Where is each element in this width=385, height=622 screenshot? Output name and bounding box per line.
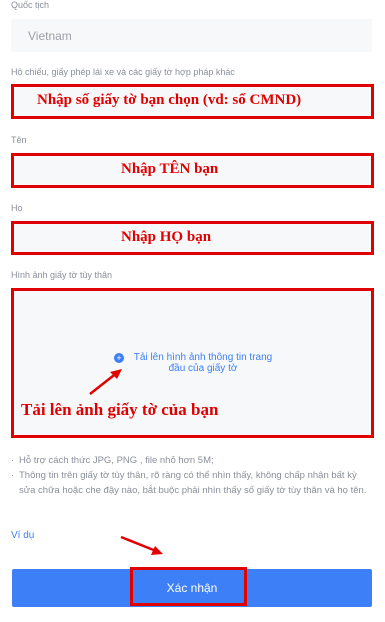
arrow-to-upload-icon bbox=[89, 369, 122, 395]
document-number-annotation: Nhập số giấy tờ bạn chọn (vd: số CMND) bbox=[37, 92, 302, 108]
id-image-label: Hình ảnh giấy tờ tùy thân bbox=[11, 270, 112, 280]
last-name-annotation: Nhập HỌ bạn bbox=[121, 229, 212, 245]
id-image-annotation: Tải lên ảnh giấy tờ của bạn bbox=[21, 400, 219, 419]
first-name-annotation: Nhập TÊN bạn bbox=[121, 161, 219, 177]
nationality-label: Quốc tịch bbox=[11, 0, 50, 10]
nationality-field[interactable]: Vietnam bbox=[11, 19, 372, 52]
upload-notes: · Hỗ trợ cách thức JPG, PNG , file nhỏ hơ… bbox=[11, 453, 369, 498]
note-item: · Hỗ trợ cách thức JPG, PNG , file nhỏ hơ… bbox=[11, 455, 214, 466]
arrow-to-submit-icon bbox=[120, 535, 163, 555]
plus-icon: + bbox=[114, 353, 124, 363]
submit-annotation-box bbox=[130, 567, 247, 606]
document-number-label: Hộ chiếu, giấy phép lái xe và các giấy t… bbox=[11, 67, 235, 77]
upload-text: Tải lên hình ảnh thông tin trang đầu của… bbox=[133, 352, 273, 374]
first-name-label: Tên bbox=[11, 135, 27, 145]
upload-button[interactable]: + Tải lên hình ảnh thông tin trang đầu c… bbox=[114, 352, 278, 374]
example-link[interactable]: Ví dụ bbox=[11, 530, 34, 541]
last-name-label: Họ bbox=[11, 203, 23, 213]
nationality-value: Vietnam bbox=[28, 29, 72, 43]
note-item: · Thông tin trên giấy tờ tùy thân, rõ ràn… bbox=[11, 470, 367, 496]
